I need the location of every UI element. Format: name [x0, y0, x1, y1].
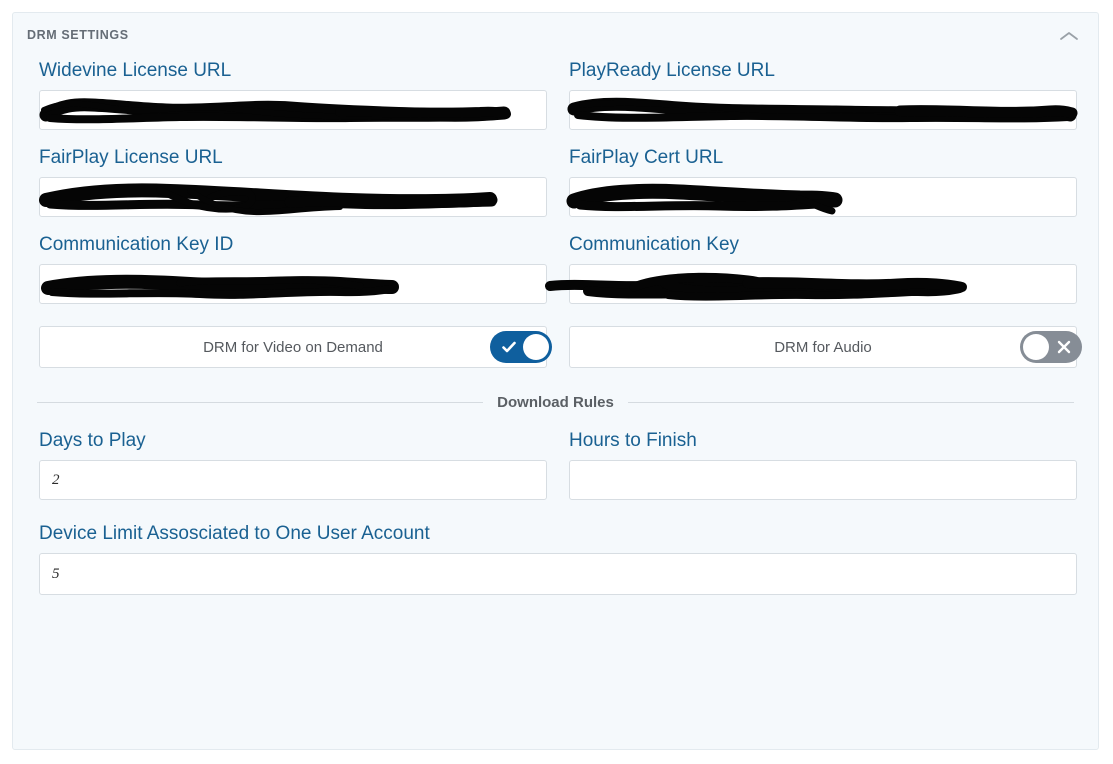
- check-icon: [494, 331, 524, 363]
- field-label: FairPlay Cert URL: [569, 147, 724, 168]
- playready-license-url-input[interactable]: [567, 90, 1078, 131]
- redaction-scribble: [545, 265, 1078, 305]
- redaction-scribble: [567, 91, 1078, 131]
- drm-settings-form: Widevine License URL PlayReady License U: [13, 59, 1098, 595]
- drm-for-video-on-demand-toggle[interactable]: [490, 331, 552, 363]
- drm-settings-panel: DRM SETTINGS Widevine License URL PlayRe…: [12, 12, 1099, 750]
- close-icon: [1049, 331, 1079, 363]
- field-communication-key: Communication Key: [545, 233, 1077, 304]
- input-value: 5: [52, 565, 60, 582]
- form-row: FairPlay License URL FairPlay Cert URL: [39, 146, 1077, 217]
- toggle-label: DRM for Audio: [774, 338, 872, 356]
- toggle-container-vod: DRM for Video on Demand: [39, 326, 552, 368]
- drm-for-audio-toggle[interactable]: [1020, 331, 1082, 363]
- field-widevine-license-url: Widevine License URL: [39, 59, 547, 130]
- toggle-row-group: DRM for Video on Demand DRM for Audio: [39, 326, 1082, 368]
- toggle-knob: [1023, 334, 1049, 360]
- redaction-scribble: [40, 265, 548, 305]
- divider-line-left: [37, 402, 484, 403]
- redaction-scribble: [566, 178, 1078, 218]
- download-rules-divider: Download Rules: [37, 394, 1074, 411]
- toggle-knob: [523, 334, 549, 360]
- form-row: Widevine License URL PlayReady License U: [39, 59, 1078, 130]
- drm-for-audio-row[interactable]: DRM for Audio: [569, 326, 1082, 368]
- field-label: FairPlay License URL: [39, 147, 223, 168]
- field-label: Hours to Finish: [569, 430, 697, 451]
- days-to-play-input[interactable]: 2: [39, 460, 547, 500]
- fairplay-cert-url-input[interactable]: [566, 177, 1078, 218]
- widevine-license-url-input[interactable]: [39, 90, 547, 130]
- page-title: DRM SETTINGS: [27, 28, 129, 42]
- hours-to-finish-input[interactable]: [569, 460, 1077, 500]
- field-label: Device Limit Assosciated to One User Acc…: [39, 523, 430, 544]
- communication-key-id-input[interactable]: [39, 264, 547, 304]
- field-communication-key-id: Communication Key ID: [39, 233, 547, 304]
- field-label: Widevine License URL: [39, 60, 232, 81]
- divider-line-right: [627, 402, 1074, 403]
- field-device-limit: Device Limit Assosciated to One User Acc…: [39, 522, 1077, 595]
- toggle-label: DRM for Video on Demand: [203, 338, 383, 356]
- field-hours-to-finish: Hours to Finish: [569, 429, 1077, 500]
- field-playready-license-url: PlayReady License URL: [567, 59, 1078, 131]
- toggle-container-audio: DRM for Audio: [569, 326, 1082, 368]
- field-label: Days to Play: [39, 430, 146, 451]
- redaction-scribble: [39, 91, 548, 131]
- field-label: PlayReady License URL: [569, 60, 775, 81]
- redaction-scribble: [39, 178, 548, 218]
- field-days-to-play: Days to Play 2: [39, 429, 547, 500]
- drm-for-video-on-demand-row[interactable]: DRM for Video on Demand: [39, 326, 552, 368]
- field-label: Communication Key: [569, 234, 740, 255]
- panel-header: DRM SETTINGS: [13, 13, 1098, 59]
- form-row: Days to Play 2 Hours to Finish: [39, 429, 1077, 500]
- field-label: Communication Key ID: [39, 234, 234, 255]
- fairplay-license-url-input[interactable]: [39, 177, 547, 217]
- communication-key-input[interactable]: [545, 264, 1077, 304]
- form-row: Device Limit Assosciated to One User Acc…: [39, 522, 1077, 595]
- chevron-up-icon: [1059, 30, 1079, 42]
- input-value: 2: [52, 471, 60, 488]
- field-fairplay-cert-url: FairPlay Cert URL: [566, 146, 1078, 218]
- device-limit-input[interactable]: 5: [39, 553, 1077, 595]
- form-row: Communication Key ID Communication Key: [39, 233, 1077, 304]
- field-fairplay-license-url: FairPlay License URL: [39, 146, 547, 217]
- download-rules-label: Download Rules: [497, 394, 614, 411]
- collapse-panel-button[interactable]: [1052, 21, 1086, 51]
